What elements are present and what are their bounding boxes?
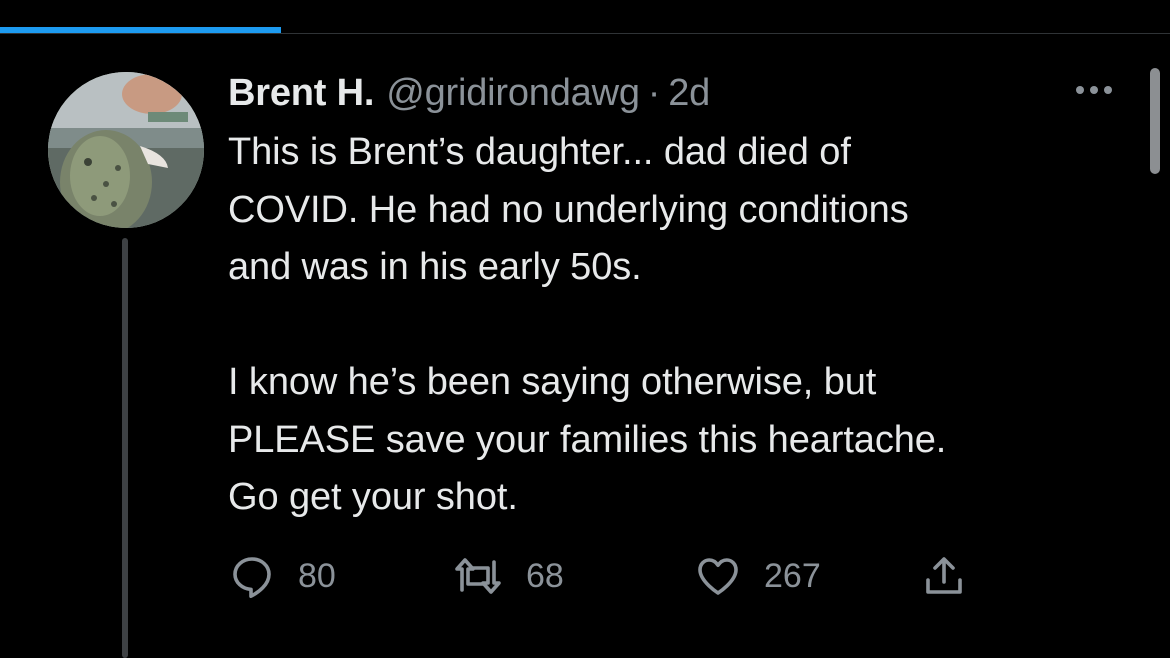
user-handle[interactable]: @gridirondawg — [386, 72, 640, 115]
more-horizontal-icon[interactable] — [1068, 78, 1120, 102]
like-count: 267 — [764, 556, 821, 595]
retweet-icon — [455, 558, 501, 594]
tweet-body: This is Brent’s daughter... dad died of … — [228, 124, 1128, 527]
reply-button[interactable]: 80 — [228, 548, 336, 604]
tab-divider — [0, 33, 1170, 34]
separator-dot: · — [647, 71, 661, 114]
reply-count: 80 — [298, 556, 336, 595]
like-button[interactable]: 267 — [694, 548, 821, 604]
share-button[interactable] — [920, 548, 968, 604]
heart-icon — [698, 558, 738, 595]
scrollbar[interactable] — [1150, 68, 1160, 174]
share-icon — [926, 557, 962, 594]
tweet-actions-bar: 80 68 267 — [228, 548, 988, 604]
reply-icon — [233, 557, 271, 598]
retweet-button[interactable]: 68 — [452, 548, 564, 604]
tweet-timestamp[interactable]: 2d — [668, 72, 710, 115]
thread-connector-line — [122, 238, 128, 658]
tweet-paragraph: I know he’s been saying otherwise, but P… — [228, 361, 947, 518]
avatar-fish-photo — [48, 72, 204, 228]
tweet-view: Brent H. @gridirondawg · 2d This is Bren… — [0, 0, 1170, 658]
tweet-header: Brent H. @gridirondawg · 2d — [228, 70, 710, 116]
tweet-paragraph: This is Brent’s daughter... dad died of … — [228, 131, 909, 288]
display-name[interactable]: Brent H. — [228, 72, 374, 115]
avatar[interactable] — [48, 72, 204, 228]
retweet-count: 68 — [526, 556, 564, 595]
